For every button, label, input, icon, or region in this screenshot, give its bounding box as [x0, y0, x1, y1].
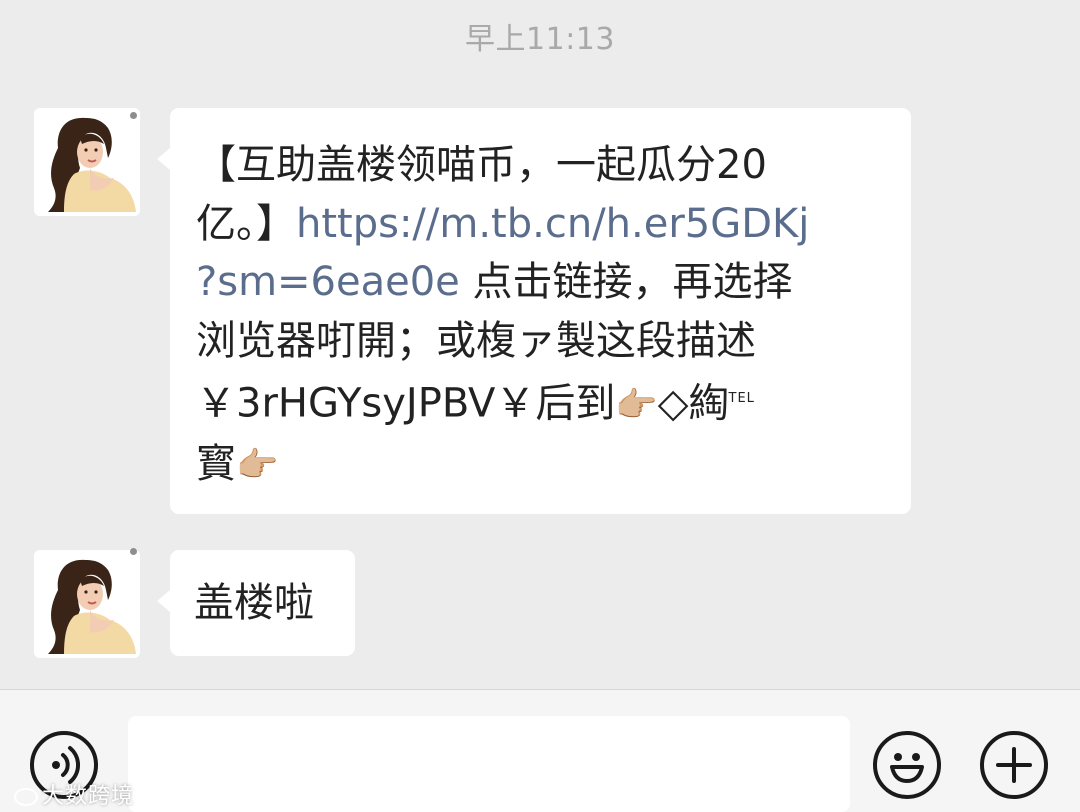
message-bubble[interactable]: 盖楼啦 [157, 550, 355, 656]
message-line: 寳 [196, 440, 236, 487]
diamond-symbol: ◇ [657, 380, 689, 427]
watermark-text: 大数跨境 [42, 784, 135, 809]
princess-avatar-icon [34, 108, 140, 216]
emoji-button[interactable] [873, 731, 941, 799]
princess-avatar-icon [34, 550, 140, 658]
message-line: 亿。】 [196, 200, 296, 247]
message-text: 盖楼啦 [194, 580, 314, 626]
message-char: 綯 [688, 380, 729, 427]
watermark-logo-icon [14, 788, 38, 806]
message-text: 【互助盖楼领喵币，一起瓜分20 亿。】https://m.tb.cn/h.er5… [196, 136, 885, 495]
smiley-icon [890, 753, 924, 783]
message-line: 【互助盖楼领喵币，一起瓜分20 [196, 142, 767, 188]
online-indicator [130, 112, 137, 119]
contact-avatar[interactable] [34, 550, 140, 658]
online-indicator [130, 548, 137, 555]
link-part[interactable]: https://m.tb.cn/h.er5GDKj [296, 201, 809, 247]
watermark: 大数跨境 [14, 778, 134, 810]
message-line: 浏览器咑開；或椱ァ製这段描述 [196, 317, 756, 364]
link-part[interactable]: ?sm=6eae0e [196, 259, 460, 305]
contact-avatar[interactable] [34, 108, 140, 216]
tel-symbol: TEL [728, 391, 755, 406]
message-input[interactable] [128, 716, 850, 812]
message-line: ￥3rHGYsyJPBV￥后到 [196, 380, 616, 427]
pointing-right-emoji-icon: 👉🏼 [615, 385, 658, 426]
message-bubble[interactable]: 【互助盖楼领喵币，一起瓜分20 亿。】https://m.tb.cn/h.er5… [157, 108, 911, 514]
plus-icon [996, 747, 1032, 783]
more-options-button[interactable] [980, 731, 1048, 799]
timestamp: 早上11:13 [465, 22, 615, 57]
pointing-right-emoji-icon: 👉🏼 [236, 445, 279, 486]
message-line: 点击链接，再选择 [459, 259, 793, 305]
